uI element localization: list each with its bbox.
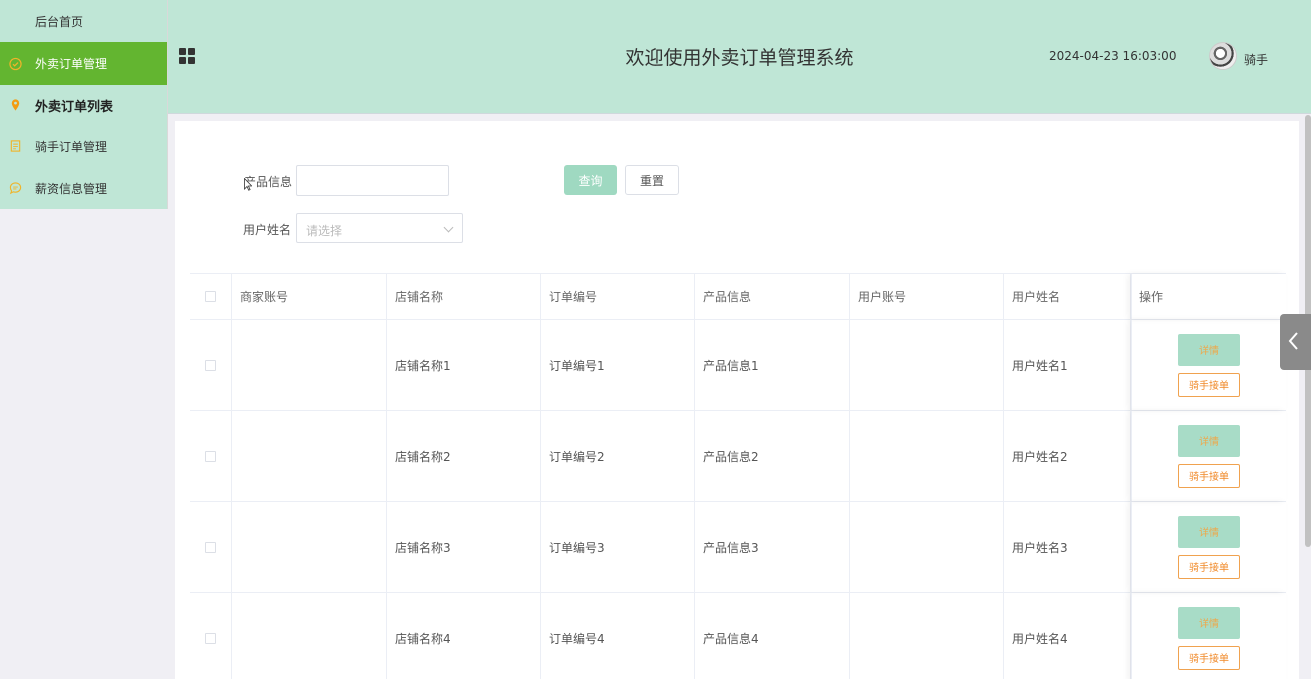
main-content: 产品信息 查询 重置 用户姓名 请选择 商家账号 店铺名称 订单编号 产品信息 … bbox=[175, 121, 1299, 679]
user-cell: 用户姓名4 bbox=[1004, 593, 1131, 679]
column-header[interactable]: 店铺名称 bbox=[387, 274, 541, 319]
rider-accept-button[interactable]: 骑手接单 bbox=[1178, 463, 1240, 488]
table-row: 店铺名称3 订单编号3 产品信息3 用户姓名3 详情 骑手接单 bbox=[190, 502, 1286, 593]
actions-cell: 详情 骑手接单 bbox=[1131, 593, 1286, 679]
table-row: 店铺名称4 订单编号4 产品信息4 用户姓名4 详情 骑手接单 bbox=[190, 593, 1286, 679]
chat-bubble-icon bbox=[9, 182, 22, 195]
reset-button[interactable]: 重置 bbox=[625, 165, 679, 195]
sidebar-item-label: 外卖订单列表 bbox=[35, 99, 114, 115]
mouse-cursor-icon bbox=[244, 178, 252, 191]
column-header[interactable]: 商家账号 bbox=[232, 274, 387, 319]
top-header: 欢迎使用外卖订单管理系统 2024-04-23 16:03:00 骑手 bbox=[168, 0, 1311, 114]
shop-cell: 店铺名称2 bbox=[387, 411, 541, 501]
column-header[interactable]: 用户账号 bbox=[850, 274, 1004, 319]
product-cell: 产品信息1 bbox=[695, 320, 850, 410]
sidebar-item-salary-info[interactable]: 薪资信息管理 bbox=[0, 167, 167, 209]
avatar[interactable] bbox=[1209, 42, 1237, 70]
merchant-cell bbox=[232, 320, 387, 410]
sidebar-item-label: 薪资信息管理 bbox=[35, 181, 108, 196]
user-cell: 用户姓名3 bbox=[1004, 502, 1131, 592]
detail-button[interactable]: 详情 bbox=[1178, 515, 1240, 548]
username-label: 用户姓名 bbox=[243, 223, 292, 237]
order-cell: 订单编号4 bbox=[541, 593, 695, 679]
column-header[interactable]: 订单编号 bbox=[541, 274, 695, 319]
header-datetime: 2024-04-23 16:03:00 bbox=[1049, 49, 1177, 63]
product-cell: 产品信息2 bbox=[695, 411, 850, 501]
detail-button[interactable]: 详情 bbox=[1178, 606, 1240, 639]
shop-cell: 店铺名称4 bbox=[387, 593, 541, 679]
sidebar-item-takeout-order-list[interactable]: 外卖订单列表 bbox=[0, 85, 167, 125]
actions-cell: 详情 骑手接单 bbox=[1131, 320, 1286, 410]
user-cell: 用户姓名1 bbox=[1004, 320, 1131, 410]
detail-button[interactable]: 详情 bbox=[1178, 333, 1240, 366]
sidebar-item-label: 骑手订单管理 bbox=[35, 139, 108, 154]
order-cell: 订单编号3 bbox=[541, 502, 695, 592]
product-cell: 产品信息4 bbox=[695, 593, 850, 679]
account-cell bbox=[850, 320, 1004, 410]
username-select[interactable]: 请选择 bbox=[296, 213, 463, 243]
username-select-placeholder: 请选择 bbox=[306, 224, 343, 238]
sidebar-item-takeout-orders[interactable]: 外卖订单管理 bbox=[0, 42, 167, 85]
select-cell bbox=[190, 320, 232, 410]
detail-button[interactable]: 详情 bbox=[1178, 424, 1240, 457]
merchant-cell bbox=[232, 502, 387, 592]
column-header: 操作 bbox=[1131, 274, 1286, 319]
actions-cell: 详情 骑手接单 bbox=[1131, 411, 1286, 501]
row-checkbox[interactable] bbox=[205, 541, 216, 553]
check-circle-icon bbox=[9, 57, 22, 70]
order-cell: 订单编号1 bbox=[541, 320, 695, 410]
table-row: 店铺名称1 订单编号1 产品信息1 用户姓名1 详情 骑手接单 bbox=[190, 320, 1286, 411]
collapse-side-tab[interactable] bbox=[1280, 314, 1311, 370]
document-icon bbox=[10, 140, 21, 152]
merchant-cell bbox=[232, 411, 387, 501]
sidebar: 后台首页 外卖订单管理 外卖订单列表 骑手订单管理 薪资信息管理 bbox=[0, 0, 168, 679]
header-username[interactable]: 骑手 bbox=[1244, 51, 1268, 68]
chevron-down-icon bbox=[443, 222, 454, 233]
rider-accept-button[interactable]: 骑手接单 bbox=[1178, 554, 1240, 579]
sidebar-item-label: 外卖订单管理 bbox=[35, 57, 108, 71]
row-checkbox[interactable] bbox=[205, 632, 216, 644]
sidebar-item-label: 后台首页 bbox=[35, 14, 84, 29]
account-cell bbox=[850, 411, 1004, 501]
product-cell: 产品信息3 bbox=[695, 502, 850, 592]
sidebar-item-rider-orders[interactable]: 骑手订单管理 bbox=[0, 125, 167, 167]
select-cell bbox=[190, 593, 232, 679]
table-header: 商家账号 店铺名称 订单编号 产品信息 用户账号 用户姓名 操作 bbox=[190, 274, 1286, 320]
table-row: 店铺名称2 订单编号2 产品信息2 用户姓名2 详情 骑手接单 bbox=[190, 411, 1286, 502]
merchant-cell bbox=[232, 593, 387, 679]
row-checkbox[interactable] bbox=[205, 359, 216, 371]
header-select-cell bbox=[190, 274, 232, 319]
select-cell bbox=[190, 411, 232, 501]
rider-accept-button[interactable]: 骑手接单 bbox=[1178, 645, 1240, 670]
account-cell bbox=[850, 593, 1004, 679]
rider-accept-button[interactable]: 骑手接单 bbox=[1178, 372, 1240, 397]
column-header-label: 操作 bbox=[1139, 290, 1164, 304]
order-cell: 订单编号2 bbox=[541, 411, 695, 501]
column-header[interactable]: 用户姓名 bbox=[1004, 274, 1131, 319]
shop-cell: 店铺名称1 bbox=[387, 320, 541, 410]
location-pin-icon bbox=[11, 99, 20, 111]
sidebar-item-home[interactable]: 后台首页 bbox=[0, 0, 167, 42]
product-info-input[interactable] bbox=[296, 165, 449, 196]
user-cell: 用户姓名2 bbox=[1004, 411, 1131, 501]
select-all-checkbox[interactable] bbox=[205, 291, 216, 302]
account-cell bbox=[850, 502, 1004, 592]
actions-cell: 详情 骑手接单 bbox=[1131, 502, 1286, 592]
select-cell bbox=[190, 502, 232, 592]
query-button[interactable]: 查询 bbox=[564, 165, 617, 195]
sidebar-menu: 后台首页 外卖订单管理 外卖订单列表 骑手订单管理 薪资信息管理 bbox=[0, 0, 168, 209]
row-checkbox[interactable] bbox=[205, 450, 216, 462]
column-header[interactable]: 产品信息 bbox=[695, 274, 850, 319]
shop-cell: 店铺名称3 bbox=[387, 502, 541, 592]
chevron-left-icon bbox=[1288, 332, 1298, 350]
orders-table: 商家账号 店铺名称 订单编号 产品信息 用户账号 用户姓名 操作 店铺名称1 订… bbox=[190, 273, 1286, 679]
